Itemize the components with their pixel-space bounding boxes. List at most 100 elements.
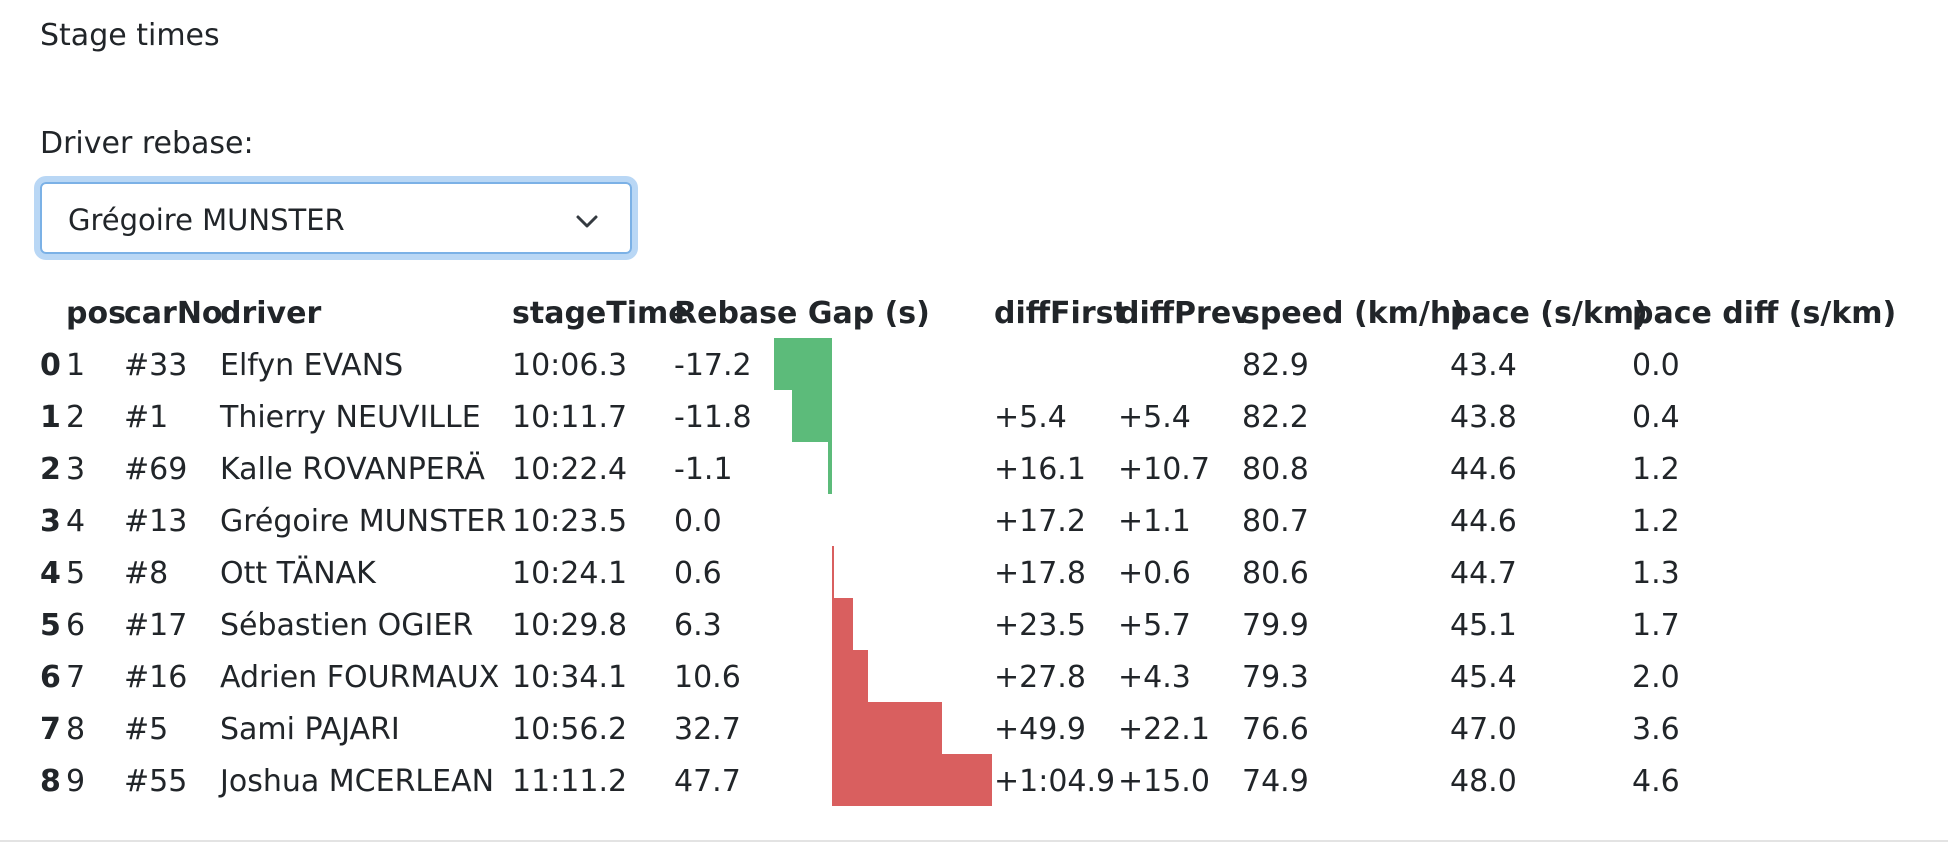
cell-pace-diff: 3.6 [1632,712,1680,747]
cell-pace-diff: 2.0 [1632,660,1680,695]
cell-diff-prev: +5.4 [1118,400,1191,435]
column-header-carno: carNo [124,296,223,331]
divider [0,840,1948,842]
cell-stagetime: 10:29.8 [512,608,628,643]
cell-rebase-gap: -11.8 [674,400,752,435]
cell-speed: 80.8 [1242,452,1309,487]
cell-speed: 79.9 [1242,608,1309,643]
column-header-pace: pace (s/km) [1450,296,1648,331]
cell-pace-diff: 1.7 [1632,608,1680,643]
cell-pace-diff: 4.6 [1632,764,1680,799]
cell-driver: Ott TÄNAK [220,556,376,591]
driver-rebase-select-focus-ring: Grégoire MUNSTER [34,176,638,260]
column-header-driver: driver [220,296,322,331]
cell-speed: 76.6 [1242,712,1309,747]
cell-rebase-gap: 6.3 [674,608,722,643]
cell-pace-diff: 1.2 [1632,452,1680,487]
gap-bar-ahead [792,390,832,442]
chevron-down-icon [576,215,598,228]
column-header-pos: pos [66,296,126,331]
column-header-stagetime: stageTime [512,296,689,331]
cell-carno: #33 [124,348,188,383]
gap-bar-behind [832,754,992,806]
cell-stagetime: 10:56.2 [512,712,628,747]
cell-stagetime: 10:11.7 [512,400,628,435]
cell-diff-prev: +15.0 [1118,764,1210,799]
cell-carno: #17 [124,608,188,643]
cell-diff-prev: +5.7 [1118,608,1191,643]
cell-pace: 45.4 [1450,660,1517,695]
column-header-speed: speed (km/h) [1242,296,1465,331]
cell-speed: 74.9 [1242,764,1309,799]
cell-carno: #1 [124,400,169,435]
column-header-pace-diff: pace diff (s/km) [1632,296,1897,331]
cell-pos: 3 [66,452,86,487]
cell-pace: 45.1 [1450,608,1517,643]
cell-speed: 82.9 [1242,348,1309,383]
cell-diff-prev: +0.6 [1118,556,1191,591]
cell-pace-diff: 1.3 [1632,556,1680,591]
driver-rebase-label: Driver rebase: [40,126,254,161]
cell-pace: 43.8 [1450,400,1517,435]
column-header-diff-first: diffFirst [994,296,1128,331]
cell-diff-first: +17.2 [994,504,1086,539]
cell-stagetime: 10:06.3 [512,348,628,383]
cell-pos: 9 [66,764,86,799]
cell-pos: 2 [66,400,86,435]
cell-diff-prev: +10.7 [1118,452,1210,487]
gap-bar-behind [832,650,868,702]
cell-diff-prev: +22.1 [1118,712,1210,747]
cell-stagetime: 10:23.5 [512,504,628,539]
cell-stagetime: 10:34.1 [512,660,628,695]
cell-pace-diff: 0.0 [1632,348,1680,383]
cell-pace: 44.7 [1450,556,1517,591]
cell-rebase-gap: 0.0 [674,504,722,539]
cell-rebase-gap: -17.2 [674,348,752,383]
row-index: 8 [40,764,61,799]
cell-rebase-gap: 32.7 [674,712,741,747]
cell-pos: 5 [66,556,86,591]
cell-pos: 7 [66,660,86,695]
cell-pace-diff: 0.4 [1632,400,1680,435]
cell-carno: #69 [124,452,188,487]
page-title: Stage times [40,18,220,53]
cell-speed: 80.7 [1242,504,1309,539]
cell-diff-first: +16.1 [994,452,1086,487]
row-index: 5 [40,608,61,643]
cell-diff-first: +5.4 [994,400,1067,435]
driver-rebase-select[interactable]: Grégoire MUNSTER [40,182,632,254]
cell-carno: #5 [124,712,169,747]
cell-pace: 44.6 [1450,452,1517,487]
cell-driver: Sébastien OGIER [220,608,474,643]
cell-driver: Joshua MCERLEAN [220,764,495,799]
gap-bar-behind [832,702,942,754]
cell-pos: 1 [66,348,86,383]
cell-speed: 82.2 [1242,400,1309,435]
cell-rebase-gap: 47.7 [674,764,741,799]
cell-stagetime: 10:24.1 [512,556,628,591]
cell-rebase-gap: 0.6 [674,556,722,591]
cell-speed: 80.6 [1242,556,1309,591]
cell-rebase-gap: 10.6 [674,660,741,695]
cell-rebase-gap: -1.1 [674,452,733,487]
cell-stagetime: 10:22.4 [512,452,628,487]
cell-pace: 43.4 [1450,348,1517,383]
gap-bar-ahead [828,442,832,494]
cell-pace: 47.0 [1450,712,1517,747]
row-index: 1 [40,400,61,435]
cell-diff-first: +49.9 [994,712,1086,747]
row-index: 2 [40,452,61,487]
row-index: 7 [40,712,61,747]
cell-pos: 8 [66,712,86,747]
row-index: 4 [40,556,61,591]
cell-pace: 48.0 [1450,764,1517,799]
driver-rebase-selected-value: Grégoire MUNSTER [68,203,345,237]
column-header-diff-prev: diffPrev [1118,296,1251,331]
cell-driver: Adrien FOURMAUX [220,660,500,695]
cell-diff-first: +1:04.9 [994,764,1116,799]
cell-carno: #16 [124,660,188,695]
gap-bar-behind [832,546,834,598]
cell-carno: #8 [124,556,169,591]
cell-driver: Kalle ROVANPERÄ [220,452,485,487]
cell-diff-first: +17.8 [994,556,1086,591]
